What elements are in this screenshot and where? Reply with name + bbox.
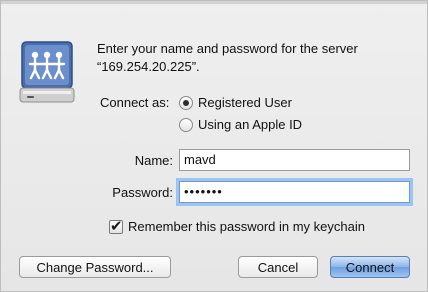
- message-line-1: Enter your name and password for the ser…: [97, 41, 358, 56]
- remember-checkbox[interactable]: ✔: [109, 216, 123, 235]
- title-bar-edge: [1, 1, 427, 4]
- remember-label: Remember this password in my keychain: [128, 219, 365, 234]
- radio-label-registered-user: Registered User: [198, 95, 292, 110]
- checkmark-icon: ✔: [110, 216, 123, 235]
- connect-button[interactable]: Connect: [330, 256, 410, 278]
- cancel-button[interactable]: Cancel: [238, 256, 318, 278]
- radio-button-selected[interactable]: [179, 95, 193, 110]
- network-server-icon: [19, 40, 75, 104]
- radio-registered-user[interactable]: Registered User: [179, 95, 292, 110]
- radio-button-unselected[interactable]: [179, 117, 193, 132]
- change-password-button[interactable]: Change Password...: [19, 256, 171, 278]
- password-label: Password:: [112, 185, 173, 200]
- connect-to-server-dialog: Enter your name and password for the ser…: [0, 0, 428, 292]
- radio-apple-id[interactable]: Using an Apple ID: [179, 117, 302, 132]
- password-field[interactable]: •••••••: [179, 181, 410, 203]
- remember-password-option[interactable]: ✔ Remember this password in my keychain: [109, 216, 365, 235]
- connect-as-label: Connect as:: [100, 95, 170, 110]
- server-message: Enter your name and password for the ser…: [97, 40, 397, 76]
- name-field[interactable]: mavd: [179, 149, 410, 171]
- message-line-2: “169.254.20.225”.: [97, 59, 200, 74]
- radio-label-apple-id: Using an Apple ID: [198, 117, 303, 132]
- name-label: Name:: [134, 153, 173, 168]
